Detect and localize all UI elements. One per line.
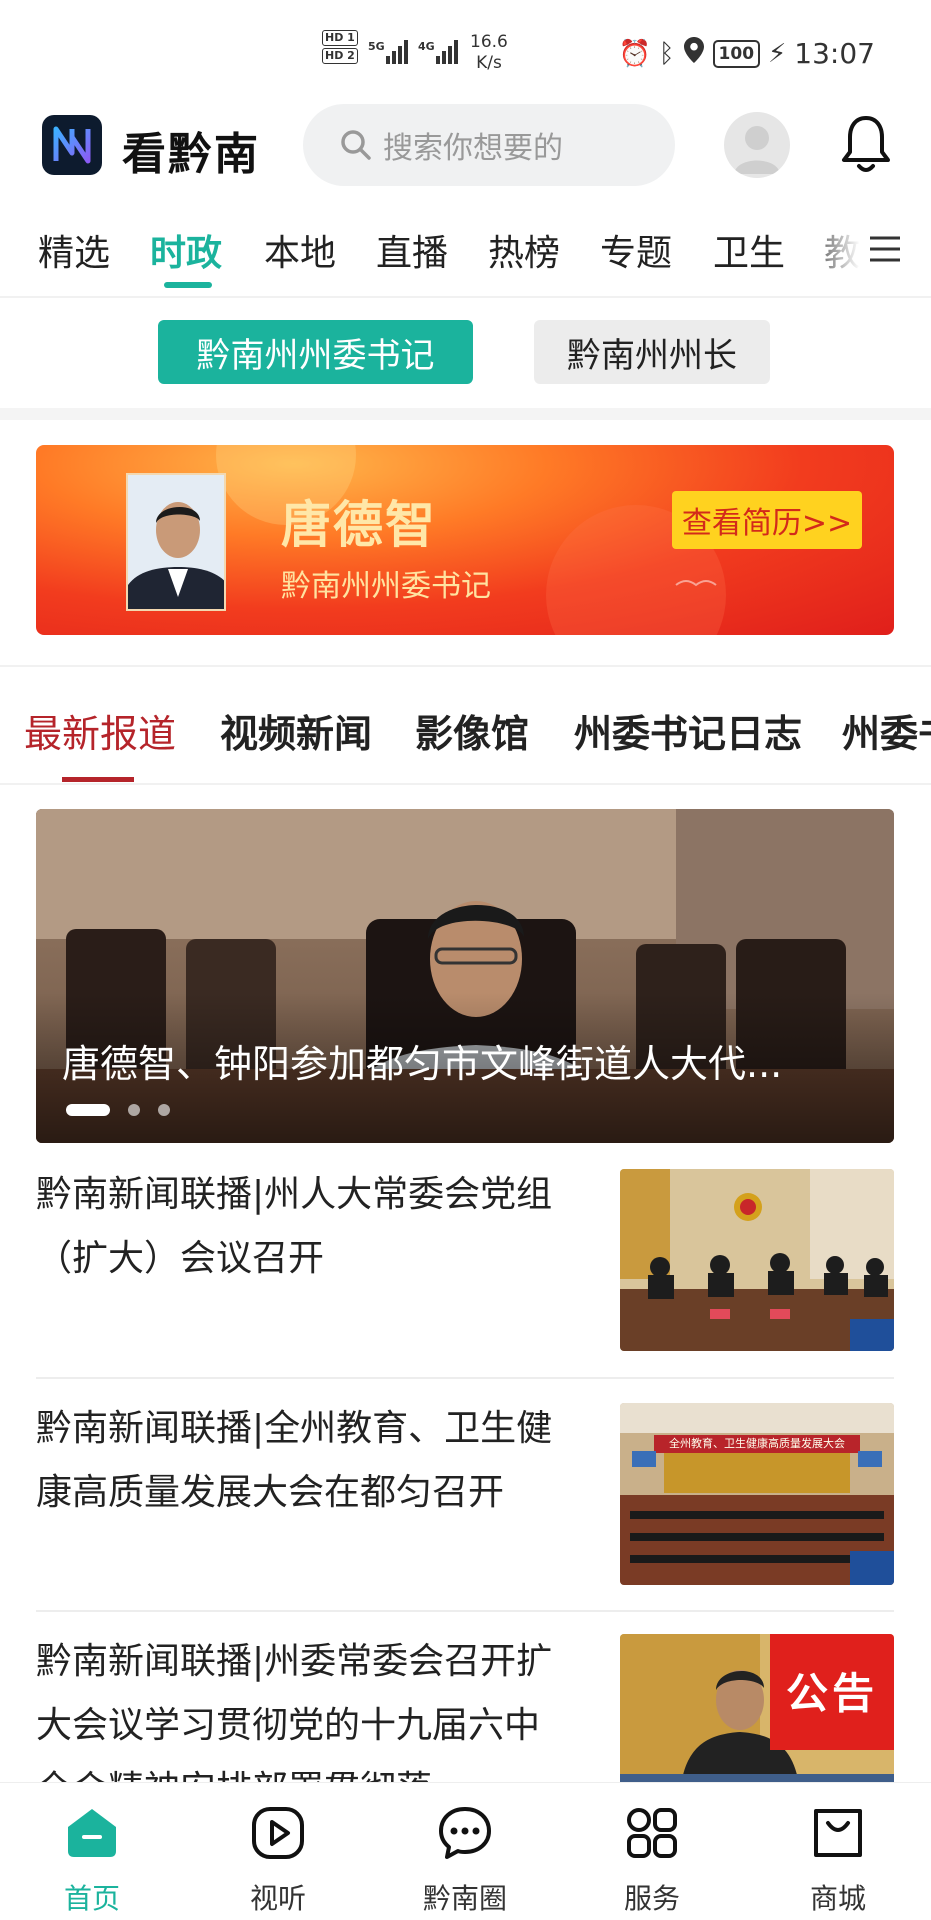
nav-mall-label: 商城 [809, 1882, 866, 1915]
hd2-label: HD 2 [322, 48, 358, 64]
active-tab-indicator [164, 282, 212, 288]
shopping-bag-icon [810, 1805, 866, 1861]
tab-shizheng[interactable]: 时政 [150, 224, 222, 276]
speed-unit: K/s [476, 53, 502, 73]
hero-carousel[interactable]: 唐德智、钟阳参加都匀市文峰街道人大代... [36, 809, 894, 1143]
charging-icon: ⚡ [768, 38, 787, 69]
signal-icon [436, 36, 458, 64]
app-header: 看黔南 搜索你想要的 [0, 100, 931, 200]
section-separator [0, 408, 931, 420]
channel-tabs: 精选 时政 本地 直播 热榜 专题 卫生 教 [0, 210, 931, 290]
official-portrait [126, 473, 226, 611]
news-item[interactable]: 黔南新闻联播|州委常委会召开扩大会议学习贯彻党的十九届六中全会精神安排部署贯彻落… [36, 1630, 894, 1782]
news-item[interactable]: 黔南新闻联播|全州教育、卫生健康高质量发展大会在都匀召开 全州教育、卫生健康高质… [36, 1397, 894, 1607]
news-thumbnail: 公告 [620, 1634, 894, 1782]
carousel-dot [158, 1104, 170, 1116]
sub-tab-party-secretary[interactable]: 黔南州州委书记 [158, 320, 473, 384]
search-icon [341, 130, 371, 160]
news-item[interactable]: 黔南新闻联播|州人大常委会党组（扩大）会议召开 [36, 1163, 894, 1363]
bluetooth-icon: ᛒ [658, 38, 675, 69]
carousel-indicator [66, 1104, 170, 1116]
tab-weisheng[interactable]: 卫生 [713, 224, 785, 276]
thumbnail-banner-text: 全州教育、卫生健康高质量发展大会 [669, 1437, 845, 1450]
sub-tab-governor[interactable]: 黔南州州长 [534, 320, 770, 384]
location-icon [683, 36, 705, 71]
nav-services[interactable]: 服务 [582, 1783, 722, 1920]
view-resume-button[interactable]: 查看简历>> [672, 491, 862, 549]
grid-icon [624, 1805, 680, 1861]
tab-secretary-log[interactable]: 州委书记日志 [574, 703, 802, 758]
home-icon [64, 1805, 120, 1861]
official-title: 黔南州州委书记 [281, 569, 491, 604]
signal-icon [386, 36, 408, 64]
carousel-dot [128, 1104, 140, 1116]
divider [0, 296, 931, 298]
profile-banner[interactable]: 唐德智 黔南州州委书记 查看简历>> [36, 445, 894, 635]
active-news-tab-indicator [62, 777, 134, 782]
divider [36, 1610, 894, 1612]
hero-image [36, 809, 894, 1143]
tab-rebang[interactable]: 热榜 [488, 224, 560, 276]
search-placeholder: 搜索你想要的 [383, 131, 563, 166]
chat-icon [437, 1805, 493, 1861]
announcement-badge: 公告 [770, 1634, 894, 1750]
clock-time: 13:07 [794, 37, 875, 70]
hd-indicator: HD 1 HD 2 [322, 30, 358, 66]
hero-caption: 唐德智、钟阳参加都匀市文峰街道人大代... [62, 1042, 783, 1086]
nav-circle-label: 黔南圈 [422, 1882, 507, 1915]
news-title: 黔南新闻联播|州人大常委会党组（扩大）会议召开 [36, 1174, 553, 1279]
official-name: 唐德智 [281, 496, 437, 554]
alarm-icon: ⏰ [618, 38, 651, 69]
nav-video[interactable]: 视听 [208, 1783, 348, 1920]
app-name: 看黔南 [122, 129, 260, 180]
play-icon [250, 1805, 306, 1861]
tab-more[interactable]: 州委书 [842, 703, 931, 758]
speed-value: 16.6 [470, 32, 508, 52]
tab-video-news[interactable]: 视频新闻 [220, 703, 372, 758]
nav-home[interactable]: 首页 [22, 1783, 162, 1920]
news-title: 黔南新闻联播|州委常委会召开扩大会议学习贯彻党的十九届六中全会精神安排部署贯彻落 [36, 1641, 553, 1782]
notification-bell-icon[interactable] [838, 112, 894, 178]
tab-jingxuan[interactable]: 精选 [38, 224, 110, 276]
status-icons: ⏰ ᛒ 100 ⚡ 13:07 [619, 36, 875, 71]
status-bar: HD 1 HD 2 5G 4G 16.6 K/s ⏰ ᛒ 100 ⚡ 13:07 [0, 0, 931, 100]
tab-latest-reports[interactable]: 最新报道 [24, 703, 176, 758]
news-thumbnail [620, 1169, 894, 1351]
network-5g-label: 5G [368, 40, 385, 53]
bottom-navigation: 首页 视听 黔南圈 服务 商城 [0, 1782, 931, 1920]
nav-circle[interactable]: 黔南圈 [395, 1783, 535, 1920]
tab-gallery[interactable]: 影像馆 [415, 703, 529, 758]
carousel-dot [66, 1104, 110, 1116]
tab-zhuanti[interactable]: 专题 [600, 224, 672, 276]
nav-services-label: 服务 [623, 1882, 680, 1915]
menu-icon[interactable] [868, 232, 902, 266]
avatar[interactable] [724, 112, 790, 178]
battery-indicator: 100 [712, 39, 761, 68]
tab-zhibo[interactable]: 直播 [376, 224, 448, 276]
app-logo [42, 115, 102, 175]
divider [36, 1377, 894, 1379]
news-title: 黔南新闻联播|全州教育、卫生健康高质量发展大会在都匀召开 [36, 1408, 553, 1513]
news-thumbnail: 全州教育、卫生健康高质量发展大会 [620, 1403, 894, 1585]
nav-home-label: 首页 [63, 1882, 120, 1915]
tab-bendi[interactable]: 本地 [264, 224, 336, 276]
hd1-label: HD 1 [322, 30, 358, 46]
search-input[interactable]: 搜索你想要的 [303, 104, 675, 186]
nav-video-label: 视听 [249, 1882, 306, 1915]
nav-mall[interactable]: 商城 [768, 1783, 908, 1920]
network-speed: 16.6 K/s [470, 32, 508, 74]
tabs-fade [800, 210, 860, 290]
network-4g-label: 4G [418, 40, 435, 53]
news-tabs: 最新报道 视频新闻 影像馆 州委书记日志 州委书 [0, 665, 931, 785]
